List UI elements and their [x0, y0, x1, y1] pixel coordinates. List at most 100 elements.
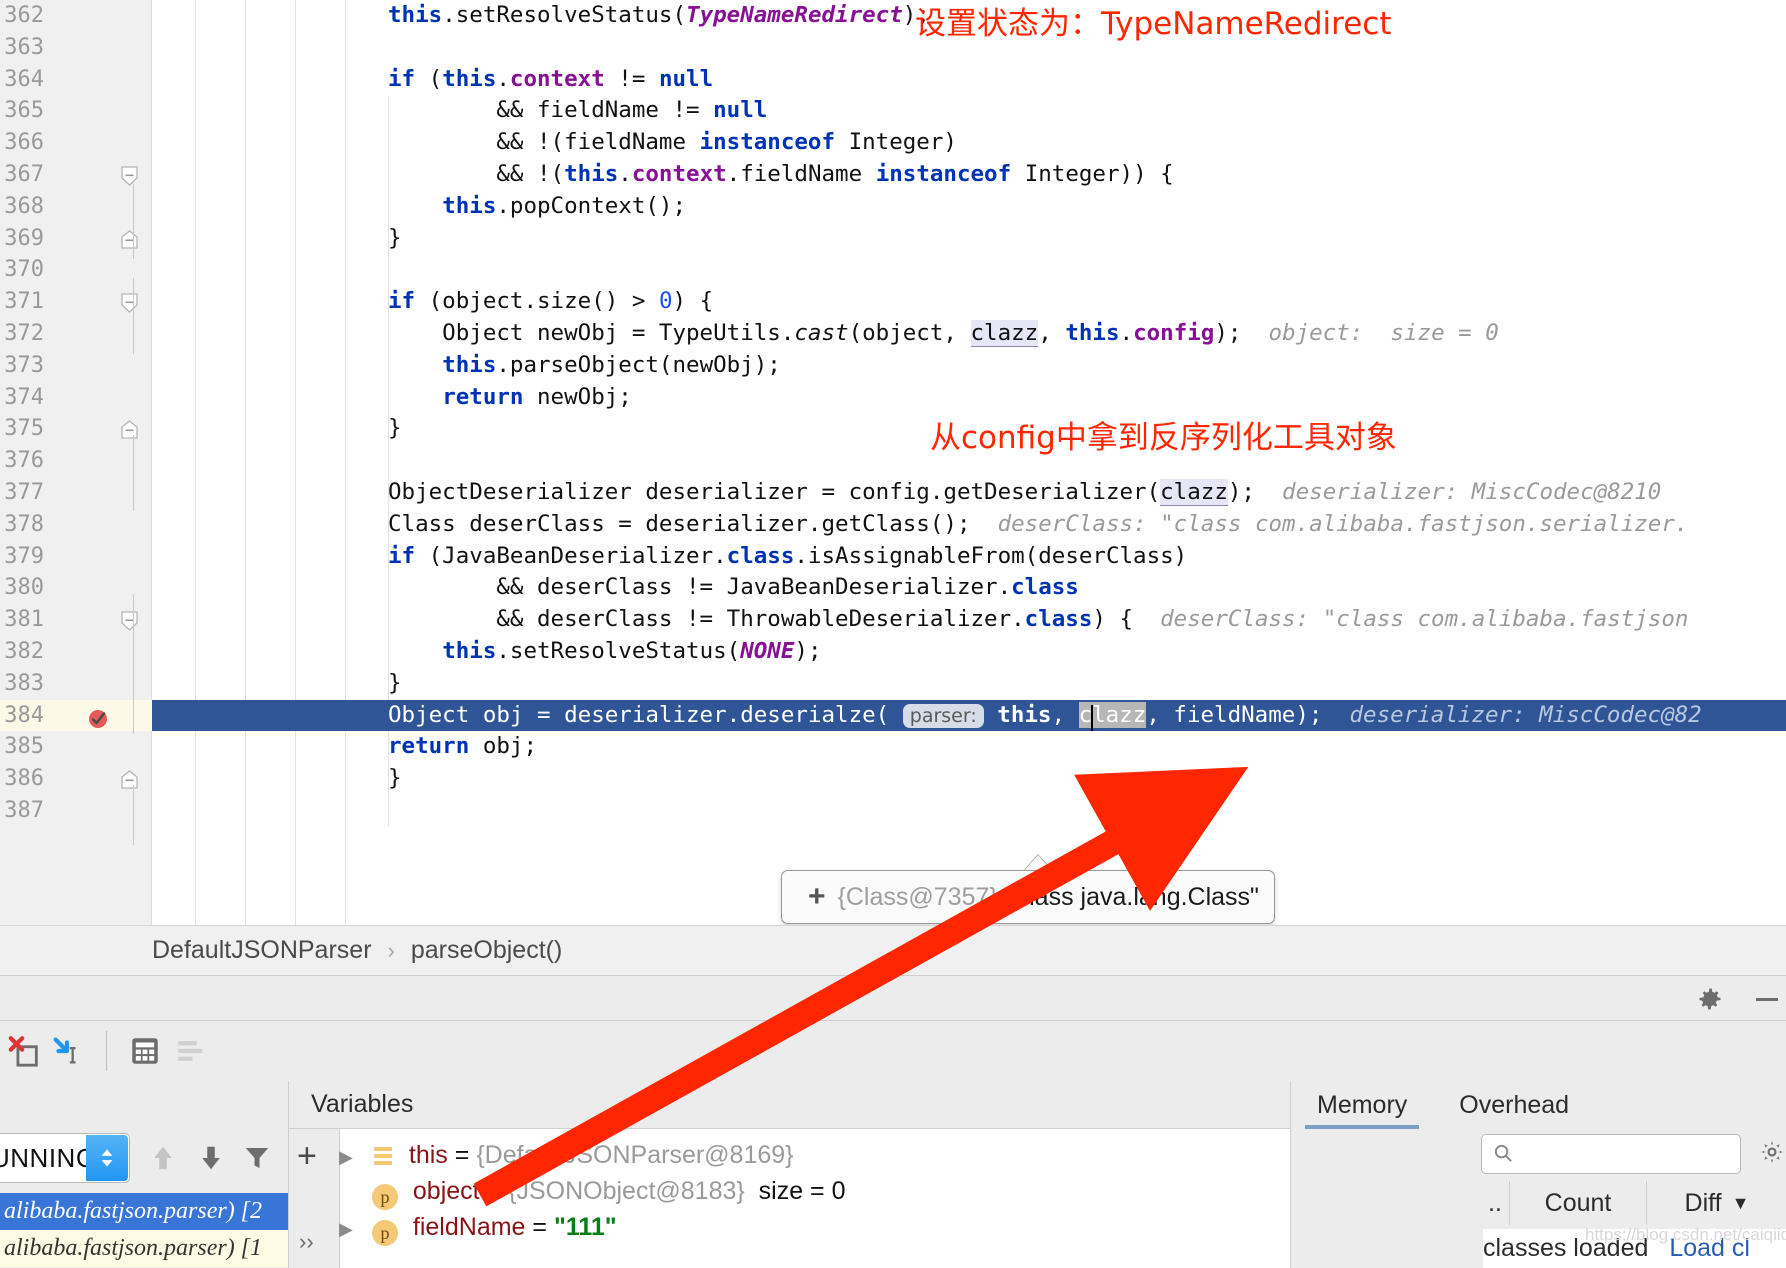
arrow-up-icon[interactable] — [148, 1143, 178, 1173]
annotation-set-status: 设置状态为：TypeNameRedirect — [915, 0, 1392, 43]
memory-col-count[interactable]: Count — [1509, 1181, 1646, 1225]
variable-row-fieldname[interactable]: ▶ p fieldName = "111" — [339, 1209, 617, 1245]
variables-pane[interactable]: Variables + ›› ▶ this = {DefaultJSONPars… — [288, 1081, 1291, 1268]
code-line[interactable]: this.setResolveStatus(NONE); — [152, 636, 1786, 668]
breadcrumb-item-method[interactable]: parseObject() — [411, 936, 562, 965]
code-line[interactable]: if (this.context != null — [152, 64, 1786, 96]
thread-label: alibaba.fastjson.parser) [1 — [4, 1235, 262, 1261]
thread-status-combo[interactable]: UNNING — [0, 1133, 130, 1183]
code-line[interactable]: this.popContext(); — [152, 191, 1786, 223]
debugger-toolbar[interactable] — [0, 1020, 1786, 1082]
variable-equals: = — [448, 1141, 477, 1169]
evaluate-expression-icon[interactable] — [50, 1034, 84, 1068]
code-line[interactable]: && !(this.context.fieldName instanceof I… — [152, 159, 1786, 191]
code-line[interactable]: && fieldName != null — [152, 95, 1786, 127]
variable-row-object[interactable]: p object = {JSONObject@8183} size = 0 — [339, 1173, 846, 1209]
memory-col-class[interactable]: .. — [1481, 1181, 1509, 1225]
code-line[interactable]: && deserClass != JavaBeanDeserializer.cl… — [152, 572, 1786, 604]
settings-gear-icon[interactable] — [1696, 985, 1724, 1013]
line-number-column: 3623633643653663673683693703713723733743… — [0, 0, 152, 827]
code-line[interactable]: } — [152, 223, 1786, 255]
frames-header — [0, 1081, 288, 1129]
expand-triangle-icon[interactable]: ▶ — [339, 1211, 365, 1247]
inline-value-hint: deserializer: MiscCodec@82 — [1322, 702, 1701, 728]
line-number: 371 — [0, 286, 152, 318]
breakpoint-icon[interactable] — [88, 707, 108, 727]
selected-token[interactable]: clazz — [1079, 702, 1147, 728]
fold-marker-icon[interactable] — [121, 230, 138, 247]
breadcrumb-item-class[interactable]: DefaultJSONParser — [152, 936, 372, 965]
code-line[interactable]: if (object.size() > 0) { — [152, 286, 1786, 318]
line-number: 369 — [0, 223, 152, 255]
line-number: 387 — [0, 795, 152, 827]
code-line[interactable]: this.parseObject(newObj); — [152, 350, 1786, 382]
memory-tabs[interactable]: Memory Overhead — [1291, 1081, 1786, 1129]
variable-row-this[interactable]: ▶ this = {DefaultJSONParser@8169} — [339, 1137, 794, 1173]
inline-value-hint: deserClass: "class com.alibaba.fastjson — [1133, 606, 1688, 632]
line-number: 386 — [0, 763, 152, 795]
search-icon — [1492, 1142, 1515, 1165]
code-line[interactable]: Object newObj = TypeUtils.cast(object, c… — [152, 318, 1786, 350]
code-line[interactable] — [152, 795, 1786, 827]
code-line[interactable]: return obj; — [152, 731, 1786, 763]
sort-values-icon[interactable] — [174, 1034, 208, 1068]
filter-icon[interactable] — [242, 1143, 272, 1173]
add-watch-button[interactable]: + — [297, 1139, 317, 1173]
variable-name: fieldName — [413, 1213, 526, 1241]
fold-marker-icon[interactable] — [121, 770, 138, 787]
variable-name: object — [413, 1177, 480, 1205]
line-number: 383 — [0, 668, 152, 700]
frames-pane[interactable]: UNNING alibaba.fastjson.parser) [2 — [0, 1081, 288, 1268]
code-line[interactable]: ObjectDeserializer deserializer = config… — [152, 477, 1786, 509]
variable-value: {DefaultJSONParser@8169} — [476, 1141, 793, 1169]
tooltip-value: "class java.lang.Class" — [1008, 883, 1259, 912]
breadcrumb[interactable]: DefaultJSONParser › parseObject() — [0, 925, 1786, 975]
memory-search-input[interactable] — [1481, 1134, 1741, 1174]
line-number: 373 — [0, 350, 152, 382]
value-tooltip[interactable]: + {Class@7357} "class java.lang.Class" — [781, 870, 1275, 924]
code-line[interactable]: } — [152, 763, 1786, 795]
chevron-down-icon[interactable]: ▼ — [1732, 1193, 1750, 1214]
code-line[interactable]: return newObj; — [152, 382, 1786, 414]
line-number: 363 — [0, 32, 152, 64]
fold-marker-icon[interactable] — [121, 611, 138, 628]
fold-marker-icon[interactable] — [121, 420, 138, 437]
variable-equals: = — [480, 1177, 509, 1205]
memory-settings-gear-icon[interactable] — [1759, 1139, 1785, 1165]
thread-row-selected[interactable]: alibaba.fastjson.parser) [2 — [0, 1193, 288, 1230]
line-number: 372 — [0, 318, 152, 350]
mute-breakpoints-icon[interactable] — [8, 1034, 42, 1068]
code-line[interactable]: Class deserClass = deserializer.getClass… — [152, 509, 1786, 541]
tab-overhead[interactable]: Overhead — [1433, 1081, 1595, 1129]
fold-connector — [133, 183, 134, 259]
minimize-icon[interactable] — [1756, 998, 1778, 1001]
code-line[interactable]: Object obj = deserializer.deserialze( pa… — [152, 700, 1786, 732]
variable-equals: = — [525, 1213, 554, 1241]
code-line[interactable]: && !(fieldName instanceof Integer) — [152, 127, 1786, 159]
memory-col-diff-label: Diff — [1685, 1189, 1722, 1218]
code-content[interactable]: this.setResolveStatus(TypeNameRedirect);… — [152, 0, 1786, 925]
fold-marker-icon[interactable] — [121, 293, 138, 310]
line-number: 378 — [0, 509, 152, 541]
line-number: 385 — [0, 731, 152, 763]
chevron-updown-icon[interactable] — [86, 1135, 128, 1181]
arrow-down-icon[interactable] — [196, 1143, 226, 1173]
memory-col-diff[interactable]: Diff ▼ — [1646, 1181, 1786, 1225]
code-line[interactable]: if (JavaBeanDeserializer.class.isAssigna… — [152, 541, 1786, 573]
expand-icon[interactable]: + — [808, 880, 826, 914]
line-number: 384 — [0, 700, 152, 732]
code-line[interactable] — [152, 254, 1786, 286]
expand-triangle-icon[interactable]: ▶ — [339, 1139, 365, 1175]
tab-memory[interactable]: Memory — [1291, 1081, 1433, 1129]
fold-marker-icon[interactable] — [121, 166, 138, 183]
code-line[interactable]: } — [152, 668, 1786, 700]
show-as-table-icon[interactable] — [128, 1034, 162, 1068]
code-line[interactable]: && deserClass != ThrowableDeserializer.c… — [152, 604, 1786, 636]
overflow-chevrons-icon[interactable]: ›› — [299, 1229, 314, 1255]
thread-row[interactable]: alibaba.fastjson.parser) [1 — [0, 1230, 288, 1267]
code-editor[interactable]: 3623633643653663673683693703713723733743… — [0, 0, 1786, 925]
line-number: 382 — [0, 636, 152, 668]
thread-status-value: UNNING — [0, 1143, 97, 1174]
parameter-icon: p — [372, 1184, 398, 1210]
inline-value-hint: deserClass: "class com.alibaba.fastjson.… — [970, 511, 1688, 537]
